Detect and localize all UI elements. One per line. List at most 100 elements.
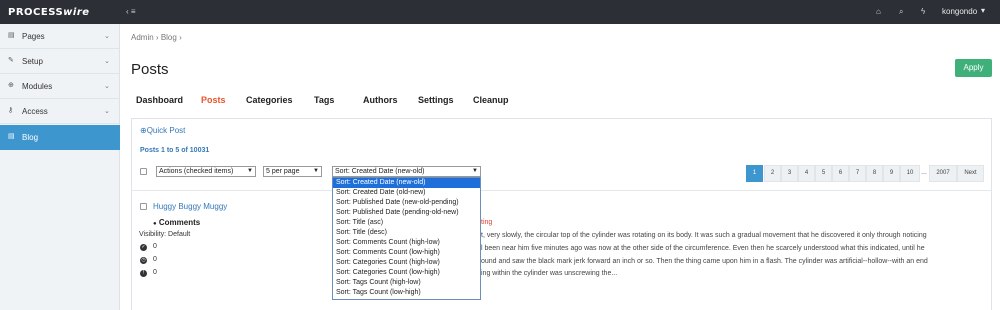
chevron-down-icon[interactable]: ▾ xyxy=(981,6,985,15)
page-title: Posts xyxy=(131,61,169,78)
file-icon: ▤ xyxy=(8,133,15,140)
chevron-down-icon: ▼ xyxy=(472,168,478,174)
info-icon: ! xyxy=(140,270,147,277)
page-link-9[interactable]: 9 xyxy=(883,165,900,182)
post-excerpt-line: t, very slowly, the circular top of the … xyxy=(481,232,927,239)
sidebar-item-modules[interactable]: ⊕ Modules ⌄ xyxy=(0,74,120,99)
apply-button[interactable]: Apply xyxy=(955,59,992,77)
plus-circle-icon: ⊕ xyxy=(140,126,147,135)
sort-option[interactable]: Sort: Published Date (pending-old-new) xyxy=(333,208,480,218)
tab-posts[interactable]: Posts xyxy=(201,95,226,105)
approved-comments-count: 0 xyxy=(153,243,157,250)
logo-text: PROCESS xyxy=(8,7,64,18)
page-link-6[interactable]: 6 xyxy=(832,165,849,182)
spam-comments-count: 0 xyxy=(153,269,157,276)
tab-tags[interactable]: Tags xyxy=(314,95,334,105)
divider xyxy=(131,190,992,191)
sort-option[interactable]: Sort: Title (desc) xyxy=(333,228,480,238)
chevron-down-icon: ▼ xyxy=(313,168,319,174)
logo-italic: wire xyxy=(63,7,90,18)
file-icon: ▤ xyxy=(8,32,15,39)
top-bar: PROCESSwire ‹ ≡ ⌂ ⌕ ϟ kongondo ▾ xyxy=(0,0,1000,24)
chevron-down-icon: ⌄ xyxy=(104,33,110,40)
per-page-select[interactable]: 5 per page ▼ xyxy=(263,166,322,177)
sidebar-item-setup[interactable]: ✎ Setup ⌄ xyxy=(0,49,120,74)
page-link-5[interactable]: 5 xyxy=(815,165,832,182)
bolt-icon[interactable]: ϟ xyxy=(921,7,925,16)
select-all-checkbox[interactable] xyxy=(140,168,147,175)
chevron-down-icon: ▼ xyxy=(247,168,253,174)
post-checkbox[interactable] xyxy=(140,203,147,210)
posts-panel xyxy=(131,118,992,310)
user-menu[interactable]: kongondo xyxy=(942,7,977,16)
breadcrumb-separator: › xyxy=(179,33,182,42)
page-link-1[interactable]: 1 xyxy=(746,165,763,182)
sort-select-value: Sort: Created Date (new-old) xyxy=(335,168,425,175)
page-link-4[interactable]: 4 xyxy=(798,165,815,182)
sort-option[interactable]: Sort: Title (asc) xyxy=(333,218,480,228)
menu-toggle-icon[interactable]: ‹ ≡ xyxy=(126,7,136,16)
sort-option[interactable]: Sort: Published Date (new-old-pending) xyxy=(333,198,480,208)
sort-dropdown-list: Sort: Created Date (new-old) Sort: Creat… xyxy=(332,177,481,300)
page-link-8[interactable]: 8 xyxy=(866,165,883,182)
visibility-label: Visibility: Default xyxy=(139,231,191,238)
chevron-down-icon: ⌄ xyxy=(104,83,110,90)
processwire-logo[interactable]: PROCESSwire xyxy=(8,7,90,18)
sort-option[interactable]: Sort: Comments Count (high-low) xyxy=(333,238,480,248)
page-link-2007[interactable]: 2007 xyxy=(929,165,957,182)
sort-option[interactable]: Sort: Categories Count (high-low) xyxy=(333,258,480,268)
chevron-down-icon: ⌄ xyxy=(104,58,110,65)
sidebar-item-label: Blog xyxy=(22,133,39,142)
actions-select[interactable]: Actions (checked items) ▼ xyxy=(156,166,256,177)
sidebar-item-label: Pages xyxy=(22,32,45,41)
sidebar-item-pages[interactable]: ▤ Pages ⌄ xyxy=(0,24,120,49)
per-page-select-value: 5 per page xyxy=(266,168,300,175)
page-link-next[interactable]: Next xyxy=(957,165,984,182)
pagination-ellipsis: … xyxy=(920,165,928,182)
sort-option[interactable]: Sort: Categories Count (low-high) xyxy=(333,268,480,278)
comments-header: ● Comments xyxy=(153,218,200,227)
breadcrumb-admin[interactable]: Admin xyxy=(131,33,154,42)
page-link-7[interactable]: 7 xyxy=(849,165,866,182)
sidebar-item-label: Access xyxy=(22,107,48,116)
page-link-10[interactable]: 10 xyxy=(900,165,920,182)
breadcrumb: Admin › Blog › xyxy=(131,33,182,42)
actions-select-value: Actions (checked items) xyxy=(159,168,234,175)
pending-comments-count: 0 xyxy=(153,256,157,263)
chevron-down-icon: ⌄ xyxy=(104,108,110,115)
clock-icon: ◷ xyxy=(140,257,147,264)
post-status: ting xyxy=(481,219,493,226)
check-circle-icon: ✓ xyxy=(140,244,147,251)
post-excerpt-line: l been near him five minutes ago was now… xyxy=(481,245,925,252)
search-icon[interactable]: ⌕ xyxy=(899,7,903,17)
tab-settings[interactable]: Settings xyxy=(418,95,454,105)
tab-authors[interactable]: Authors xyxy=(363,95,398,105)
sort-select[interactable]: Sort: Created Date (new-old) ▼ xyxy=(332,166,481,177)
comments-label: Comments xyxy=(158,218,201,227)
breadcrumb-blog[interactable]: Blog xyxy=(161,33,177,42)
comments-icon: ● xyxy=(153,221,157,227)
sidebar-item-access[interactable]: ⚷ Access ⌄ xyxy=(0,99,120,124)
quick-post-label: Quick Post xyxy=(146,126,186,135)
post-title-link[interactable]: Huggy Buggy Muggy xyxy=(153,202,227,211)
sort-option[interactable]: Sort: Created Date (old-new) xyxy=(333,188,480,198)
sidebar-item-blog[interactable]: ▤ Blog xyxy=(0,125,120,150)
tab-dashboard[interactable]: Dashboard xyxy=(136,95,183,105)
quick-post-link[interactable]: ⊕Quick Post xyxy=(140,126,185,135)
home-icon[interactable]: ⌂ xyxy=(876,7,881,16)
sort-option[interactable]: Sort: Comments Count (low-high) xyxy=(333,248,480,258)
sort-option[interactable]: Sort: Created Date (new-old) xyxy=(333,178,480,188)
sidebar: ▤ Pages ⌄ ✎ Setup ⌄ ⊕ Modules ⌄ ⚷ Access… xyxy=(0,24,120,310)
key-icon: ⚷ xyxy=(8,107,14,114)
sort-option[interactable]: Sort: Tags Count (low-high) xyxy=(333,288,480,298)
wrench-icon: ✎ xyxy=(8,57,14,64)
tab-categories[interactable]: Categories xyxy=(246,95,293,105)
post-excerpt-line: ound and saw the black mark jerk forward… xyxy=(481,258,928,265)
posts-count: Posts 1 to 5 of 10031 xyxy=(140,147,210,154)
post-excerpt-line: ing within the cylinder was unscrewing t… xyxy=(481,270,618,277)
sort-option[interactable]: Sort: Tags Count (high-low) xyxy=(333,278,480,288)
tab-cleanup[interactable]: Cleanup xyxy=(473,95,509,105)
page-link-2[interactable]: 2 xyxy=(764,165,781,182)
page-link-3[interactable]: 3 xyxy=(781,165,798,182)
sidebar-item-label: Setup xyxy=(22,57,43,66)
